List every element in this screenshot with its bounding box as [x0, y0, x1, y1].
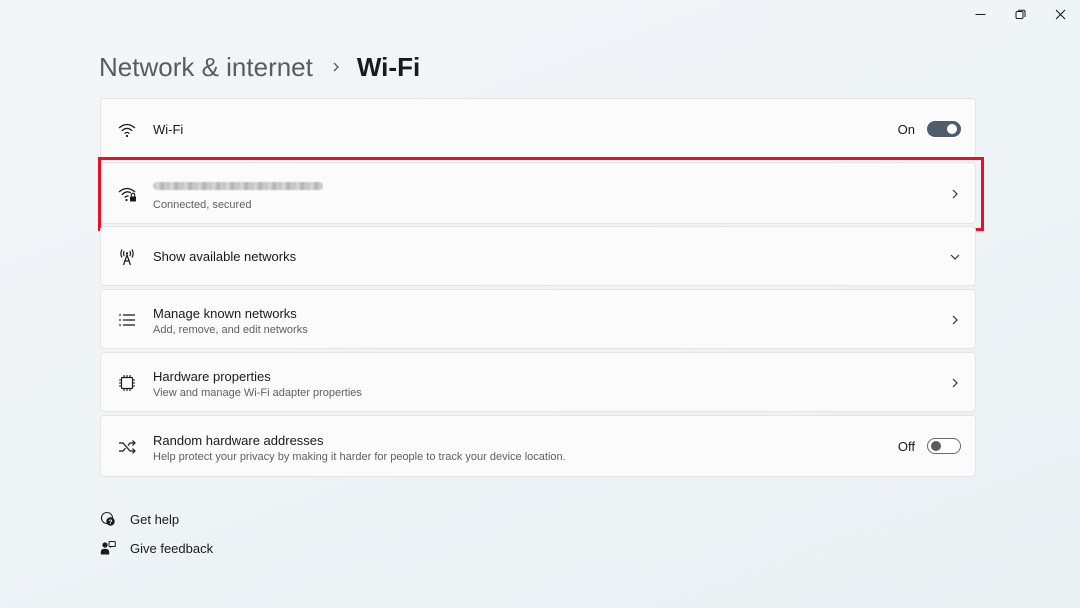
page-title: Wi-Fi	[356, 51, 421, 82]
restore-button[interactable]	[1000, 0, 1040, 28]
chevron-right-icon	[949, 314, 961, 326]
wifi-icon	[117, 120, 137, 140]
random-hw-toggle-switch[interactable]	[927, 438, 961, 454]
toggle-knob	[947, 124, 957, 134]
hardware-properties-label: Hardware properties	[153, 369, 271, 384]
list-icon	[117, 310, 137, 330]
minimize-button[interactable]	[960, 0, 1000, 28]
minimize-icon	[975, 13, 985, 15]
close-button[interactable]	[1040, 0, 1080, 28]
breadcrumb-parent-link[interactable]: Network & internet	[99, 52, 313, 83]
random-hw-toggle-state: Off	[897, 438, 915, 454]
wifi-label: Wi-Fi	[153, 122, 184, 137]
manage-known-label: Manage known networks	[153, 306, 297, 321]
wifi-toggle-row[interactable]: Wi-Fi On	[100, 98, 976, 160]
show-available-networks-row[interactable]: Show available networks	[100, 226, 976, 286]
chevron-right-icon	[949, 377, 961, 389]
antenna-icon	[117, 247, 137, 267]
hardware-properties-row[interactable]: Hardware properties View and manage Wi-F…	[100, 352, 976, 412]
wifi-toggle-state: On	[897, 121, 915, 137]
chevron-right-icon	[331, 61, 341, 73]
chevron-down-icon[interactable]	[949, 251, 961, 263]
hardware-properties-description: View and manage Wi-Fi adapter properties	[153, 387, 362, 399]
random-hw-description: Help protect your privacy by making it h…	[153, 451, 566, 463]
manage-known-description: Add, remove, and edit networks	[153, 324, 308, 336]
random-hw-label: Random hardware addresses	[153, 433, 324, 448]
help-icon: ?	[101, 511, 115, 526]
manage-known-networks-row[interactable]: Manage known networks Add, remove, and e…	[100, 289, 976, 349]
close-icon	[1055, 9, 1065, 19]
restore-icon	[1015, 9, 1025, 19]
give-feedback-label: Give feedback	[130, 540, 214, 556]
svg-text:?: ?	[109, 519, 113, 526]
chip-icon	[117, 373, 137, 393]
get-help-link[interactable]: ? Get help	[100, 511, 179, 527]
wifi-toggle-switch[interactable]	[927, 121, 961, 137]
get-help-label: Get help	[130, 511, 180, 527]
breadcrumb: Network & internet Wi-Fi	[99, 49, 420, 85]
shuffle-icon	[117, 437, 137, 457]
show-networks-label: Show available networks	[153, 249, 297, 264]
window-controls	[960, 0, 1080, 28]
highlight-box	[98, 157, 984, 231]
give-feedback-link[interactable]: Give feedback	[100, 540, 213, 556]
feedback-icon	[100, 541, 116, 555]
random-hardware-addresses-row: Random hardware addresses Help protect y…	[100, 415, 976, 477]
toggle-knob	[931, 441, 941, 451]
